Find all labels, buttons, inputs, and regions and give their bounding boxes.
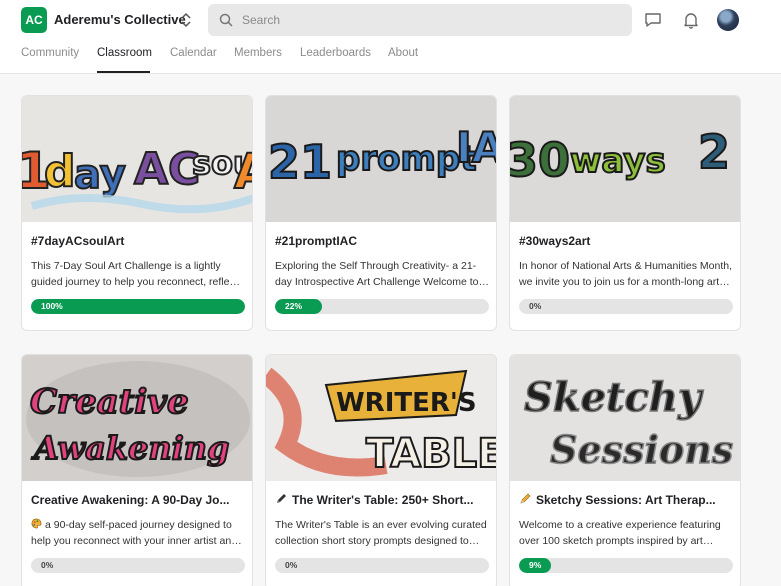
course-description: Welcome to a creative experience featuri… (519, 519, 721, 547)
course-title-container[interactable]: Sketchy Sessions: Art Therap... (519, 493, 733, 507)
course-description: a 90-day self-paced journey designed to … (31, 519, 238, 547)
course-title[interactable]: #7dayACsoulArt (31, 234, 245, 248)
svg-text:TABLE: TABLE (366, 431, 496, 477)
course-title[interactable]: #30ways2art (519, 234, 733, 248)
svg-text:IA: IA (456, 123, 496, 172)
active-tab-indicator (97, 71, 150, 73)
svg-text:Sessions: Sessions (550, 427, 733, 472)
progress-label: 9% (529, 560, 542, 570)
notification-bell-icon[interactable] (681, 10, 701, 30)
tab-members[interactable]: Members (234, 47, 282, 59)
course-title-container[interactable]: The Writer's Table: 250+ Short... (275, 493, 489, 507)
progress-label: 0% (285, 560, 298, 570)
course-progress-bar: 9% (519, 558, 733, 573)
course-cover-image: WRITER'S TABLE (266, 355, 496, 481)
nav-tabs: Community Classroom Calendar Members Lea… (0, 44, 781, 74)
progress-label: 100% (41, 301, 63, 311)
course-progress-bar: 0% (519, 299, 733, 314)
course-progress-bar: 0% (31, 558, 245, 573)
course-card[interactable]: Sketchy Sessions Sketchy Sessions: Art T… (509, 354, 741, 586)
chat-icon[interactable] (643, 10, 663, 30)
course-cover-image: 1 d ay AC soul A (22, 96, 252, 222)
group-logo[interactable]: AC (21, 7, 47, 33)
course-description-container: a 90-day self-paced journey designed to … (31, 517, 245, 549)
svg-text:30: 30 (510, 133, 570, 187)
group-switcher-icon[interactable] (179, 10, 193, 30)
svg-text:WRITER'S: WRITER'S (336, 388, 477, 418)
svg-text:ways: ways (570, 141, 666, 181)
course-cover-image: Sketchy Sessions (510, 355, 740, 481)
artist-palette-icon (31, 518, 42, 529)
progress-label: 22% (285, 301, 303, 311)
course-description: In honor of National Arts & Humanities M… (519, 260, 733, 288)
course-progress-bar: 100% (31, 299, 245, 314)
tab-leaderboards[interactable]: Leaderboards (300, 47, 371, 59)
pen-icon (277, 494, 286, 503)
progress-label: 0% (529, 301, 542, 311)
svg-text:ay: ay (74, 152, 126, 198)
progress-label: 0% (41, 560, 54, 570)
course-cover-image: 21 prompt IA (266, 96, 496, 222)
course-progress-bar: 0% (275, 558, 489, 573)
course-cover-image: 30 ways 2 (510, 96, 740, 222)
course-description: Exploring the Self Through Creativity- a… (275, 260, 479, 288)
course-title[interactable]: #21promptIAC (275, 234, 489, 248)
pencil-icon (520, 493, 531, 504)
search-bar[interactable] (208, 4, 632, 36)
tab-classroom[interactable]: Classroom (97, 47, 152, 59)
course-card[interactable]: Creative Awakening Creative Awakening: A… (21, 354, 253, 586)
course-title[interactable]: The Writer's Table: 250+ Short... (292, 493, 473, 507)
course-card[interactable]: 1 d ay AC soul A #7dayACsoulArt This 7-D… (21, 95, 253, 331)
course-card[interactable]: 21 prompt IA #21promptIAC Exploring the … (265, 95, 497, 331)
course-description: The Writer's Table is an ever evolving c… (275, 519, 487, 547)
tab-calendar[interactable]: Calendar (170, 47, 217, 59)
svg-text:A: A (234, 144, 252, 200)
course-title[interactable]: Sketchy Sessions: Art Therap... (536, 493, 716, 507)
svg-text:Sketchy: Sketchy (524, 374, 704, 421)
svg-text:AC: AC (134, 144, 200, 195)
course-description: This 7-Day Soul Art Challenge is a light… (31, 260, 241, 288)
course-card[interactable]: 30 ways 2 #30ways2art In honor of Nation… (509, 95, 741, 331)
course-progress-bar: 22% (275, 299, 489, 314)
svg-text:2: 2 (698, 125, 730, 179)
top-header: AC Aderemu's Collective Community Classr… (0, 0, 781, 74)
tab-about[interactable]: About (388, 47, 418, 59)
progress-fill (31, 299, 245, 314)
tab-community[interactable]: Community (21, 47, 79, 59)
course-card[interactable]: WRITER'S TABLE The Writer's Table: 250+ … (265, 354, 497, 586)
svg-text:d: d (44, 146, 76, 197)
course-title[interactable]: Creative Awakening: A 90-Day Jo... (31, 493, 245, 507)
course-cover-image: Creative Awakening (22, 355, 252, 481)
svg-text:Creative: Creative (30, 382, 189, 422)
svg-text:21: 21 (268, 135, 332, 189)
search-input[interactable] (242, 13, 622, 27)
user-avatar[interactable] (717, 9, 739, 31)
svg-text:Awakening: Awakening (31, 429, 229, 467)
search-icon (219, 13, 233, 27)
group-name[interactable]: Aderemu's Collective (54, 12, 186, 27)
